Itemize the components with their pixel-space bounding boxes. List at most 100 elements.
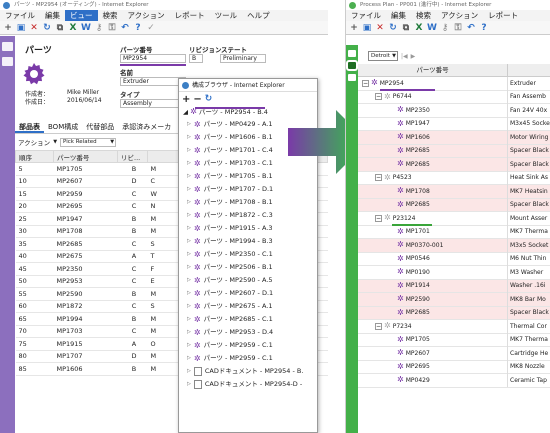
chevron-right-icon[interactable]: ▷ xyxy=(187,209,191,222)
action-menu[interactable]: アクション xyxy=(18,137,50,147)
word-icon[interactable]: W xyxy=(426,22,438,34)
excel-icon[interactable]: X xyxy=(67,22,79,34)
name-field[interactable]: Extruder xyxy=(120,77,186,86)
part-number-cell[interactable]: MP2607 xyxy=(53,175,118,188)
sidebar-list-icon[interactable] xyxy=(346,60,358,71)
part-number-cell[interactable]: MP1708 xyxy=(53,225,118,238)
type-field[interactable]: Assembly xyxy=(120,99,186,108)
tree-row[interactable]: ✲ MP1701 MK7 Therma xyxy=(358,225,550,239)
sidebar-form-icon[interactable] xyxy=(2,42,13,51)
tree-item[interactable]: ▷ ✲ パーツ - MP2959 - C.1 xyxy=(179,352,317,365)
tree-item[interactable]: ▷ ✲ パーツ - MP2675 - A.1 xyxy=(179,300,317,313)
menu-item[interactable]: レポート xyxy=(170,10,210,21)
tree-row[interactable]: ✲ MP0370-001 M3x5 Socket xyxy=(358,238,550,253)
refresh-icon[interactable]: ↻ xyxy=(205,94,213,104)
undo-icon[interactable]: ↶ xyxy=(119,22,131,34)
tree-row[interactable]: − ✲ P7234 Thermal Cor xyxy=(358,319,550,334)
chevron-right-icon[interactable]: ▷ xyxy=(187,378,191,391)
unlock-icon[interactable]: ⚿ xyxy=(106,22,118,34)
chevron-right-icon[interactable]: ▷ xyxy=(187,170,191,183)
menu-item[interactable]: ビュー xyxy=(65,10,98,21)
tree-item[interactable]: ▷ ✲ パーツ - MP1994 - B.3 xyxy=(179,235,317,248)
tree-row[interactable]: ✲ MP2685 Spacer Black xyxy=(358,306,550,320)
refresh-icon[interactable]: ↻ xyxy=(387,22,399,34)
tree-row[interactable]: ✲ MP0190 M3 Washer xyxy=(358,265,550,280)
subtab[interactable]: 部品表 xyxy=(15,120,44,133)
copy-icon[interactable]: ⧉ xyxy=(400,22,412,34)
tree-row[interactable]: ✲ MP2685 Spacer Black xyxy=(358,198,550,212)
chevron-right-icon[interactable]: ▷ xyxy=(187,339,191,352)
collapse-icon[interactable]: − xyxy=(375,214,382,222)
chevron-right-icon[interactable]: ▷ xyxy=(187,287,191,300)
tree-row[interactable]: ✲ MP2695 MK8 Nozzle xyxy=(358,360,550,374)
save-icon[interactable]: ▣ xyxy=(15,22,27,34)
chevron-right-icon[interactable]: ▷ xyxy=(187,118,191,131)
tree-item-cad[interactable]: ▷ CADドキュメント - MP2954 - B. xyxy=(179,365,317,378)
menu-item[interactable]: ファイル xyxy=(346,10,386,21)
chevron-right-icon[interactable]: ▷ xyxy=(187,300,191,313)
state-field[interactable]: Preliminary xyxy=(220,54,266,63)
tree-row[interactable]: ✲ MP2607 Cartridge He xyxy=(358,346,550,361)
lock-icon[interactable]: ⚷ xyxy=(439,22,451,34)
chevron-right-icon[interactable]: ▷ xyxy=(187,365,191,378)
menu-item[interactable]: 編集 xyxy=(386,10,411,21)
subtab[interactable]: BOM構成 xyxy=(44,120,82,133)
part-number-cell[interactable]: MP1872 xyxy=(53,300,118,313)
unlock-icon[interactable]: ⚿ xyxy=(452,22,464,34)
expand-all-icon[interactable]: + xyxy=(182,94,190,105)
collapse-icon[interactable]: − xyxy=(375,174,382,182)
chevron-right-icon[interactable]: ▷ xyxy=(187,248,191,261)
new-icon[interactable]: + xyxy=(2,22,14,34)
collapse-icon[interactable]: − xyxy=(375,322,382,330)
tree-row[interactable]: − ✲ P23124 Mount Asser xyxy=(358,211,550,226)
tree-row[interactable]: − ✲ MP2954 Extruder xyxy=(358,76,550,91)
menu-item[interactable]: 編集 xyxy=(40,10,65,21)
tree-item[interactable]: ▷ ✲ パーツ - MP1915 - A.3 xyxy=(179,222,317,235)
tree-row[interactable]: ✲ MP2685 Spacer Black xyxy=(358,144,550,158)
tree-item-cad[interactable]: ▷ CADドキュメント - MP2954-D - xyxy=(179,378,317,391)
collapse-icon[interactable]: − xyxy=(362,79,369,87)
chevron-right-icon[interactable]: ▷ xyxy=(187,144,191,157)
tree-item[interactable]: ▷ ✲ パーツ - MP2590 - A.5 xyxy=(179,274,317,287)
tree-item[interactable]: ▷ ✲ パーツ - MP2685 - C.1 xyxy=(179,313,317,326)
tree-row[interactable]: ✲ MP2590 MK8 Bar Mo xyxy=(358,292,550,307)
delete-icon[interactable]: ✕ xyxy=(374,22,386,34)
tree-row[interactable]: ✲ MP2685 Spacer Black xyxy=(358,157,550,172)
menu-item[interactable]: ツール xyxy=(210,10,243,21)
col-header-part-number[interactable]: パーツ番号 xyxy=(53,150,118,163)
tree-item[interactable]: ▷ ✲ パーツ - MP2350 - C.1 xyxy=(179,248,317,261)
part-number-cell[interactable]: MP1606 xyxy=(53,362,118,376)
part-number-field[interactable]: MP2954 xyxy=(120,54,186,63)
menu-item[interactable]: アクション xyxy=(436,10,483,21)
tree-row[interactable]: ✲ MP0429 Ceramic Tap xyxy=(358,373,550,388)
tree-row[interactable]: ✲ MP0546 M6 Nut Thin xyxy=(358,252,550,266)
col-header-revision[interactable]: リビ... xyxy=(117,150,148,163)
tree-item[interactable]: ▷ ✲ パーツ - MP1872 - C.3 xyxy=(179,209,317,222)
collapse-icon[interactable]: − xyxy=(375,93,382,101)
col-header-order[interactable]: 順序 xyxy=(15,150,54,163)
chevron-right-icon[interactable]: ▷ xyxy=(187,157,191,170)
col-header-part-number[interactable]: パーツ番号 xyxy=(358,64,508,76)
part-number-cell[interactable]: MP1994 xyxy=(53,312,118,326)
part-number-cell[interactable]: MP2350 xyxy=(53,262,118,276)
copy-icon[interactable]: ⧉ xyxy=(54,22,66,34)
part-number-cell[interactable]: MP2959 xyxy=(53,187,118,201)
tree-item[interactable]: ▷ ✲ パーツ - MP2506 - B.1 xyxy=(179,261,317,274)
delete-icon[interactable]: ✕ xyxy=(28,22,40,34)
menu-item[interactable]: レポート xyxy=(483,10,523,21)
refresh-icon[interactable]: ↻ xyxy=(41,22,53,34)
menu-item[interactable]: ヘルプ xyxy=(242,10,275,21)
tree-row[interactable]: ✲ MP1708 MK7 Heatsin xyxy=(358,184,550,199)
sidebar-tree-icon[interactable] xyxy=(348,74,356,81)
part-number-cell[interactable]: MP2685 xyxy=(53,237,118,251)
menu-item[interactable]: アクション xyxy=(123,10,170,21)
revision-field[interactable]: B xyxy=(189,54,203,63)
sidebar-cube-icon[interactable] xyxy=(2,57,13,66)
chevron-right-icon[interactable]: ▷ xyxy=(187,196,191,209)
menu-item[interactable]: 検索 xyxy=(98,10,123,21)
part-number-cell[interactable]: MP2695 xyxy=(53,200,118,213)
collapse-icon[interactable]: ◢ xyxy=(183,108,188,116)
back-icon[interactable]: |◀ xyxy=(401,53,408,60)
chevron-right-icon[interactable]: ▷ xyxy=(187,235,191,248)
help-icon[interactable]: ? xyxy=(478,22,490,34)
